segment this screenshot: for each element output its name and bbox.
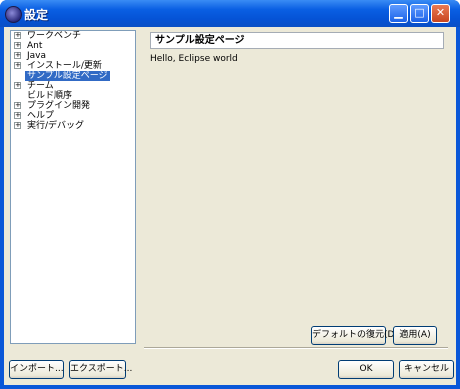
close-button[interactable]: ✕ xyxy=(431,4,450,23)
window-title: 設定 xyxy=(24,8,49,22)
tree-item-label: インストール/更新 xyxy=(27,61,102,71)
ok-button[interactable]: OK xyxy=(338,360,394,379)
tree-item-label: ワークベンチ xyxy=(27,31,82,41)
maximize-button[interactable]: □ xyxy=(410,4,429,23)
expand-icon[interactable]: + xyxy=(14,32,21,39)
tree-item-label: ヘルプ xyxy=(27,111,55,121)
maximize-icon: □ xyxy=(414,6,425,19)
expand-icon[interactable]: + xyxy=(14,82,21,89)
tree-item-label: ビルド順序 xyxy=(27,91,73,101)
eclipse-icon xyxy=(5,6,22,23)
tree-item[interactable]: + ヘルプ xyxy=(11,111,135,121)
apply-button[interactable]: 適用(A) xyxy=(393,326,437,345)
restore-defaults-button[interactable]: デフォルトの復元(D) xyxy=(311,326,398,345)
page-message: Hello, Eclipse world xyxy=(150,54,238,64)
cancel-button[interactable]: キャンセル xyxy=(399,360,454,379)
title-bar[interactable]: 設定 ▁ □ ✕ xyxy=(0,0,460,27)
page-title: サンプル設定ページ xyxy=(150,32,444,49)
tree-item[interactable]: + プラグイン開発 xyxy=(11,101,135,111)
close-icon: ✕ xyxy=(435,6,446,19)
import-button[interactable]: インポート... xyxy=(9,360,64,379)
expand-icon[interactable]: + xyxy=(14,42,21,49)
tree-item[interactable]: + チーム xyxy=(11,81,135,91)
tree-item-label: チーム xyxy=(27,81,54,91)
minimize-icon: ▁ xyxy=(394,6,403,19)
tree-item-label: プラグイン開発 xyxy=(27,101,91,111)
tree-item[interactable]: + 実行/デバッグ xyxy=(11,121,135,131)
expand-icon[interactable]: + xyxy=(14,112,21,119)
tree-item[interactable]: + インストール/更新 xyxy=(11,61,135,71)
export-button[interactable]: エクスポート... xyxy=(69,360,132,379)
tree-item-label: 実行/デバッグ xyxy=(27,121,85,131)
expand-icon[interactable]: + xyxy=(14,52,21,59)
minimize-button[interactable]: ▁ xyxy=(389,4,408,23)
expand-icon[interactable]: + xyxy=(14,62,21,69)
preference-tree[interactable]: + ワークベンチ + Ant + Java + インストール/更新 サンプル設定ページ + チームビ… xyxy=(10,30,136,344)
tree-item[interactable]: + Ant xyxy=(11,41,135,51)
expand-icon[interactable]: + xyxy=(14,102,21,109)
dialog-client-area: + ワークベンチ + Ant + Java + インストール/更新 サンプル設定ページ + チームビ… xyxy=(4,27,456,385)
preferences-window: 設定 ▁ □ ✕ + ワークベンチ + Ant + Java + インストール/更新 サンプル設… xyxy=(0,0,460,389)
preference-page: サンプル設定ページ Hello, Eclipse world デフォルトの復元(… xyxy=(147,30,447,345)
tree-item-label: Java xyxy=(27,51,47,61)
tree-item-label: サンプル設定ページ xyxy=(25,71,110,81)
tree-item[interactable]: + ワークベンチ xyxy=(11,31,135,41)
tree-item[interactable]: ビルド順序 xyxy=(11,91,135,101)
tree-item[interactable]: + Java xyxy=(11,51,135,61)
separator xyxy=(144,347,448,349)
tree-item-label: Ant xyxy=(27,41,43,51)
expand-icon[interactable]: + xyxy=(14,122,21,129)
tree-item[interactable]: サンプル設定ページ xyxy=(11,71,135,81)
